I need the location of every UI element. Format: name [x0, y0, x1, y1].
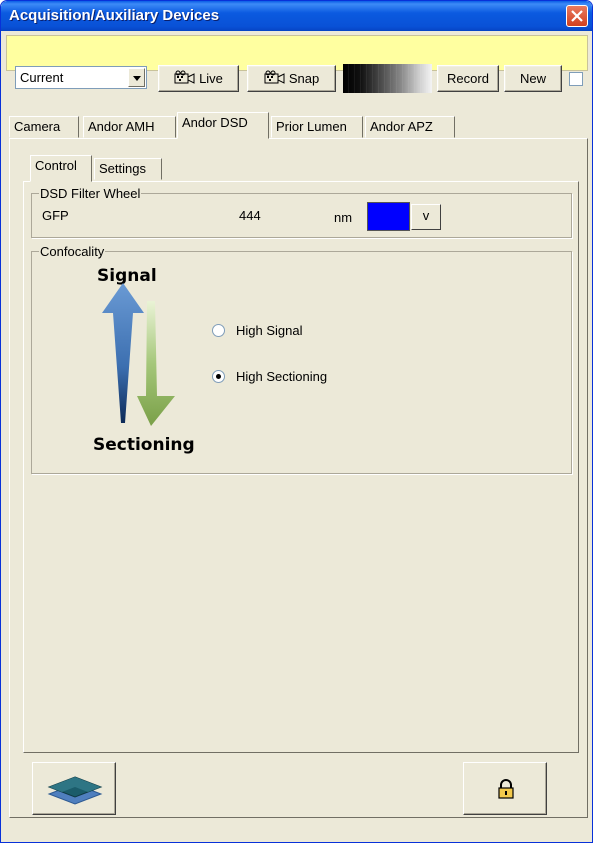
close-button[interactable] [566, 5, 588, 27]
radio-button[interactable] [212, 324, 225, 337]
tab-andor-dsd[interactable]: Andor DSD [177, 112, 269, 139]
tab-settings[interactable]: Settings [94, 158, 162, 180]
filter-color-swatch [367, 202, 410, 231]
filter-dropdown-button[interactable]: v [411, 204, 441, 230]
wavelength-unit: nm [334, 210, 353, 225]
live-label: Live [199, 71, 223, 86]
tab-prior-lumen[interactable]: Prior Lumen [271, 116, 363, 138]
video-camera-icon [264, 67, 286, 92]
tab-control[interactable]: Control [30, 155, 92, 182]
filter-name: GFP [42, 208, 69, 223]
confocality-arrows-icon [102, 283, 175, 426]
snap-label: Snap [288, 71, 320, 86]
preset-value: Current [20, 70, 64, 85]
new-button[interactable]: New [504, 65, 562, 92]
window-title: Acquisition/Auxiliary Devices [9, 7, 220, 24]
tab-andor-apz[interactable]: Andor APZ [365, 116, 455, 138]
sectioning-label: Sectioning [93, 435, 195, 455]
filter-wavelength: 444 [239, 208, 261, 223]
padlock-icon [498, 779, 514, 799]
video-camera-icon [174, 67, 196, 92]
snap-button[interactable]: Snap [247, 65, 336, 92]
tab-camera[interactable]: Camera [9, 116, 79, 138]
title-bar[interactable]: Acquisition/Auxiliary Devices [1, 1, 592, 31]
high-sectioning-label: High Sectioning [236, 369, 328, 384]
acquisition-window: Acquisition/Auxiliary Devices Current Li… [0, 0, 593, 843]
close-icon [571, 10, 583, 22]
chevron-down-icon[interactable] [128, 68, 145, 87]
lock-button[interactable] [463, 762, 547, 815]
live-button[interactable]: Live [158, 65, 239, 92]
toolbar-checkbox[interactable] [569, 72, 583, 86]
confocality-title: Confocality [39, 244, 106, 259]
record-button[interactable]: Record [437, 65, 499, 92]
intensity-gradient-bar [343, 64, 432, 93]
high-signal-label: High Signal [236, 323, 303, 338]
preset-select[interactable]: Current [15, 66, 147, 89]
radio-button[interactable] [212, 370, 225, 383]
layers-icon [47, 776, 103, 805]
tab-andor-amh[interactable]: Andor AMH [83, 116, 176, 138]
dsd-filter-wheel-title: DSD Filter Wheel [39, 186, 142, 201]
layers-button[interactable] [32, 762, 116, 815]
